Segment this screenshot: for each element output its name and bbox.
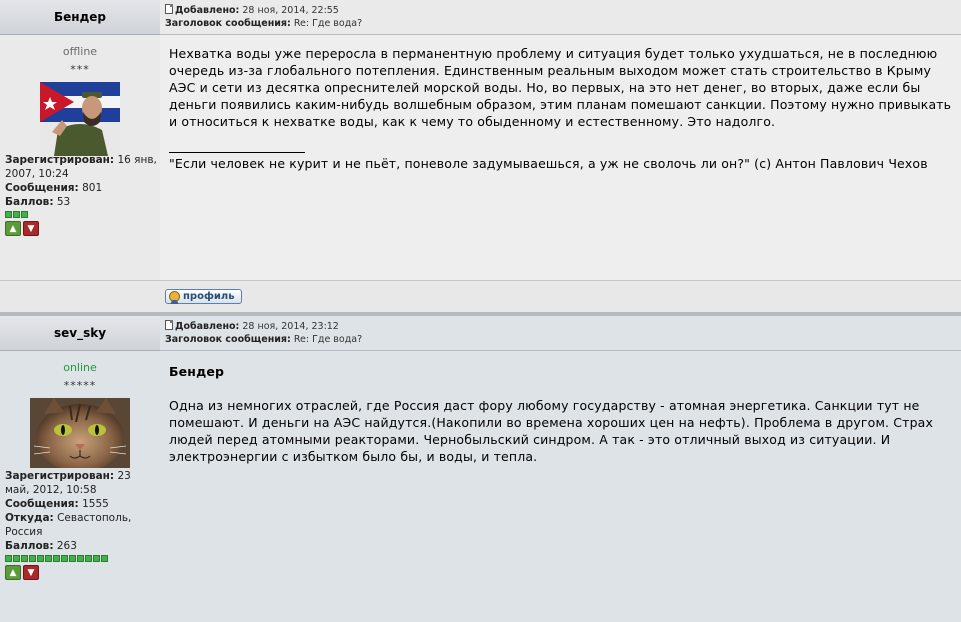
post-date: 28 ноя, 2014, 22:55 (242, 5, 339, 16)
thumbs-up-icon[interactable]: ▲ (5, 565, 21, 580)
author-status: offline (62, 45, 98, 58)
post-column: Добавлено: 28 ноя, 2014, 23:12 Заголовок… (160, 316, 961, 622)
document-icon[interactable] (165, 320, 173, 330)
quoted-author: Бендер (169, 364, 225, 379)
vote-buttons: ▲ ▼ (5, 221, 157, 236)
reputation-pip (13, 555, 20, 562)
score-value: 263 (56, 540, 77, 552)
post-text: Нехватка воды уже переросла в перманентн… (169, 46, 952, 129)
added-label: Добавлено: (175, 321, 240, 332)
reputation-pip (5, 555, 12, 562)
reputation-pip (61, 555, 68, 562)
author-meta: Зарегистрирован: 16 янв, 2007, 10:24 Соо… (5, 153, 157, 236)
author-rank: ***** (63, 379, 97, 392)
user-icon (169, 291, 180, 304)
messages-label: Сообщения: (5, 498, 79, 510)
vote-buttons: ▲ ▼ (5, 565, 157, 580)
signature: "Если человек не курит и не пьёт, понево… (169, 156, 928, 171)
document-icon[interactable] (165, 4, 173, 14)
thumbs-down-icon[interactable]: ▼ (23, 221, 39, 236)
reputation-pip (77, 555, 84, 562)
registered-label: Зарегистрирован: (5, 470, 115, 482)
reputation-pip (69, 555, 76, 562)
profile-button[interactable]: профиль (165, 289, 242, 304)
profile-button-label: профиль (183, 291, 235, 302)
author-status: online (63, 361, 97, 374)
added-label: Добавлено: (175, 5, 240, 16)
post-header: Добавлено: 28 ноя, 2014, 23:12 Заголовок… (160, 316, 961, 351)
post-header: Добавлено: 28 ноя, 2014, 22:55 Заголовок… (160, 0, 961, 35)
author-column: Бендер offline *** Зарегистрирован: 16 я… (0, 0, 160, 312)
forum-post: sev_sky online ***** Зарегистрирован: 23… (0, 316, 961, 622)
avatar (40, 82, 120, 156)
registered-label: Зарегистрирован: (5, 154, 115, 166)
reputation-pip (85, 555, 92, 562)
post-date: 28 ноя, 2014, 23:12 (242, 321, 339, 332)
reputation-bar (5, 211, 157, 218)
subject-label: Заголовок сообщения: (165, 334, 291, 345)
forum-post: Бендер offline *** Зарегистрирован: 16 я… (0, 0, 961, 312)
author-name[interactable]: sev_sky (0, 316, 160, 351)
reputation-pip (93, 555, 100, 562)
post-text: Одна из немногих отраслей, где Россия да… (169, 398, 934, 464)
author-footer (0, 280, 160, 312)
messages-count: 1555 (82, 498, 109, 510)
post-body: Нехватка воды уже переросла в перманентн… (160, 35, 961, 280)
score-value: 53 (56, 196, 71, 208)
location-label: Откуда: (5, 512, 54, 524)
avatar (30, 398, 130, 468)
score-label: Баллов: (5, 196, 54, 208)
messages-count: 801 (82, 182, 103, 194)
reputation-pip (5, 211, 12, 218)
reputation-pip (13, 211, 20, 218)
thumbs-down-icon[interactable]: ▼ (23, 565, 39, 580)
thumbs-up-icon[interactable]: ▲ (5, 221, 21, 236)
messages-label: Сообщения: (5, 182, 79, 194)
author-column: sev_sky online ***** Зарегистрирован: 23… (0, 316, 160, 622)
post-subject: Re: Где вода? (293, 334, 363, 345)
author-meta: Зарегистрирован: 23 май, 2012, 10:58 Соо… (5, 469, 157, 580)
reputation-pip (29, 555, 36, 562)
reputation-pip (21, 555, 28, 562)
post-body: Бендер Одна из немногих отраслей, где Ро… (160, 351, 961, 622)
author-rank: *** (70, 63, 90, 76)
reputation-pip (45, 555, 52, 562)
reputation-pip (53, 555, 60, 562)
reputation-pip (21, 211, 28, 218)
author-name[interactable]: Бендер (0, 0, 160, 35)
post-footer: профиль (160, 280, 961, 312)
score-label: Баллов: (5, 540, 54, 552)
reputation-pip (37, 555, 44, 562)
reputation-pip (101, 555, 108, 562)
post-subject: Re: Где вода? (293, 18, 363, 29)
post-column: Добавлено: 28 ноя, 2014, 22:55 Заголовок… (160, 0, 961, 312)
subject-label: Заголовок сообщения: (165, 18, 291, 29)
reputation-bar (5, 555, 157, 562)
